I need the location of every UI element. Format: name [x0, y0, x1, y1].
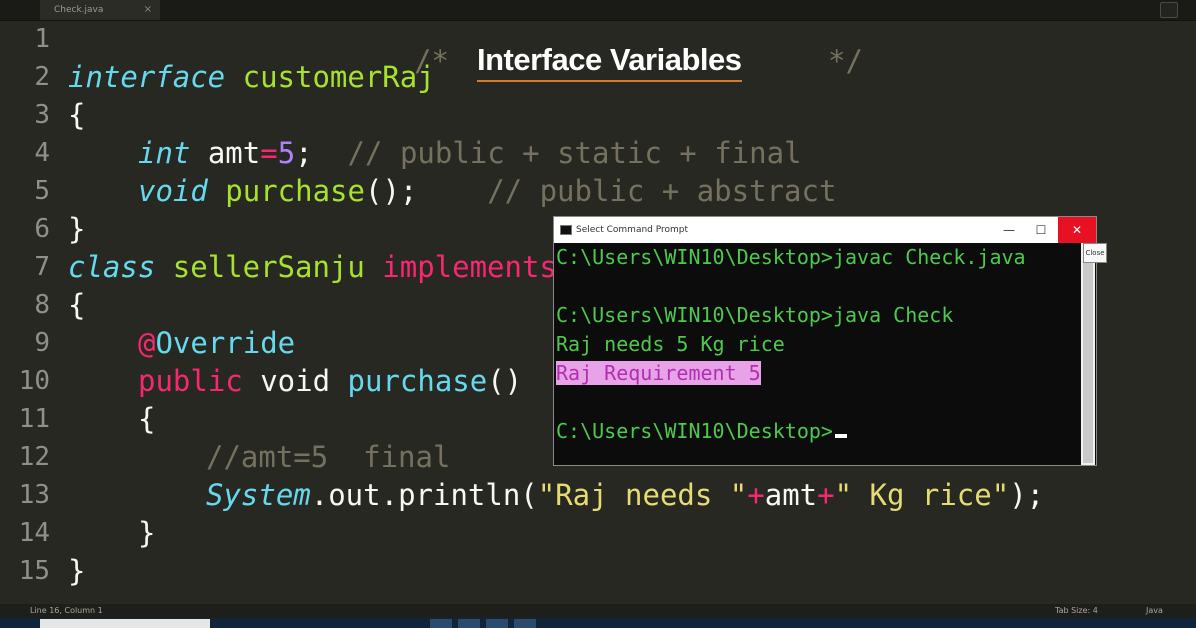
string-literal: "Raj needs "	[537, 478, 748, 512]
keyword-void: void	[242, 364, 331, 398]
cursor-position: Line 16, Column 1	[30, 606, 103, 615]
statement-end: );	[1009, 478, 1045, 512]
line-number: 12	[18, 442, 50, 472]
annotation-at: @	[138, 326, 156, 360]
type-void: void	[138, 174, 208, 208]
taskbar	[0, 618, 1196, 628]
keyword-interface: interface	[68, 60, 226, 94]
line-number: 5	[34, 176, 50, 206]
tab-label: Check.java	[54, 5, 104, 15]
brace: }	[68, 212, 86, 246]
tab-bar: Check.java ×	[0, 0, 1196, 21]
interface-name: customerRaj	[242, 60, 435, 94]
taskbar-search-box[interactable]	[40, 619, 210, 628]
var-amt: amt	[190, 136, 261, 170]
close-button[interactable]: ✕	[1058, 217, 1096, 243]
comment: //amt=5 final	[206, 440, 451, 474]
line-number: 10	[18, 366, 50, 396]
concat-op: +	[747, 478, 765, 512]
tab-close-icon[interactable]: ×	[144, 0, 152, 20]
console-output[interactable]: C:\Users\WIN10\Desktop>javac Check.java …	[554, 243, 1080, 465]
code-line: 15 }	[0, 552, 1196, 590]
taskbar-app-icon[interactable]	[430, 619, 452, 628]
brace: {	[68, 288, 86, 322]
status-bar: Line 16, Column 1 Tab Size: 4 Java	[0, 604, 1196, 618]
method-name: purchase	[330, 364, 488, 398]
comment: // public + static + final	[312, 136, 802, 170]
line-number: 3	[34, 100, 50, 130]
cmd-icon	[560, 225, 572, 235]
assign-op: =	[260, 136, 278, 170]
line-number: 6	[34, 214, 50, 244]
comment-open: /*	[414, 44, 449, 78]
line-number: 11	[18, 404, 50, 434]
taskbar-app-icon[interactable]	[486, 619, 508, 628]
selected-text: Raj Requirement 5	[556, 361, 761, 385]
close-tooltip: Close	[1083, 243, 1107, 263]
line-number: 4	[34, 138, 50, 168]
code-line: 3 {	[0, 96, 1196, 134]
var-amt: amt	[764, 478, 818, 512]
line-number: 7	[34, 252, 50, 282]
tab-check-java[interactable]: Check.java ×	[40, 0, 160, 20]
semicolon: ;	[295, 136, 313, 170]
line-number: 8	[34, 290, 50, 320]
console-prompt: C:\Users\WIN10\Desktop>	[556, 419, 833, 443]
code-line: 13 System.out.println("Raj needs "+amt+"…	[0, 476, 1196, 514]
tab-size-selector[interactable]: Tab Size: 4	[1055, 604, 1098, 618]
class-system: System	[206, 478, 311, 512]
brace: {	[138, 402, 156, 436]
line-number: 1	[34, 24, 50, 54]
line-number: 2	[34, 62, 50, 92]
line-number: 13	[18, 480, 50, 510]
type-int: int	[138, 136, 191, 170]
comment: // public + abstract	[417, 174, 837, 208]
string-literal: " Kg rice"	[834, 478, 1010, 512]
code-line: 14 }	[0, 514, 1196, 552]
window-title-bar[interactable]: Select Command Prompt — ☐ ✕	[554, 217, 1096, 243]
command-prompt-window[interactable]: Select Command Prompt — ☐ ✕ C:\Users\WIN…	[553, 216, 1097, 466]
syntax-selector[interactable]: Java	[1146, 604, 1163, 618]
keyword-class: class	[68, 250, 156, 284]
brace: }	[138, 516, 156, 550]
console-line: Raj needs 5 Kg rice	[556, 332, 785, 356]
code-line: 5 void purchase(); // public + abstract	[0, 172, 1196, 210]
text-cursor	[834, 434, 847, 438]
keyword-implements: implements	[364, 250, 557, 284]
taskbar-app-icon[interactable]	[458, 619, 480, 628]
parens: ()	[487, 364, 523, 398]
code-line: 4 int amt=5; // public + static + final	[0, 134, 1196, 172]
page-title: Interface Variables	[477, 42, 742, 82]
console-line: C:\Users\WIN10\Desktop>java Check	[556, 303, 954, 327]
line-number: 15	[18, 556, 50, 586]
parens: ();	[364, 174, 418, 208]
class-name: sellerSanju	[155, 250, 365, 284]
console-line-selected: Raj Requirement 5	[556, 359, 761, 388]
brace: {	[68, 98, 86, 132]
brace: }	[68, 554, 86, 588]
comment-close: */	[828, 44, 863, 78]
keyword-public: public	[138, 364, 243, 398]
annotation-name: Override	[155, 326, 296, 360]
taskbar-app-icon[interactable]	[514, 619, 536, 628]
console-line: C:\Users\WIN10\Desktop>javac Check.java	[556, 245, 1026, 269]
method-name: purchase	[207, 174, 365, 208]
number-literal: 5	[277, 136, 296, 170]
line-number: 14	[18, 518, 50, 548]
window-title: Select Command Prompt	[576, 225, 689, 235]
console-prompt-line: C:\Users\WIN10\Desktop>	[556, 417, 847, 446]
maximize-button[interactable]: ☐	[1026, 217, 1056, 243]
line-number: 9	[34, 328, 50, 358]
minimize-button[interactable]: —	[994, 217, 1024, 243]
member-access: .out.println(	[310, 478, 538, 512]
scrollbar-thumb[interactable]	[1083, 245, 1093, 463]
scrollbar[interactable]	[1081, 243, 1095, 465]
concat-op: +	[817, 478, 835, 512]
tab-menu-icon[interactable]	[1160, 2, 1178, 18]
